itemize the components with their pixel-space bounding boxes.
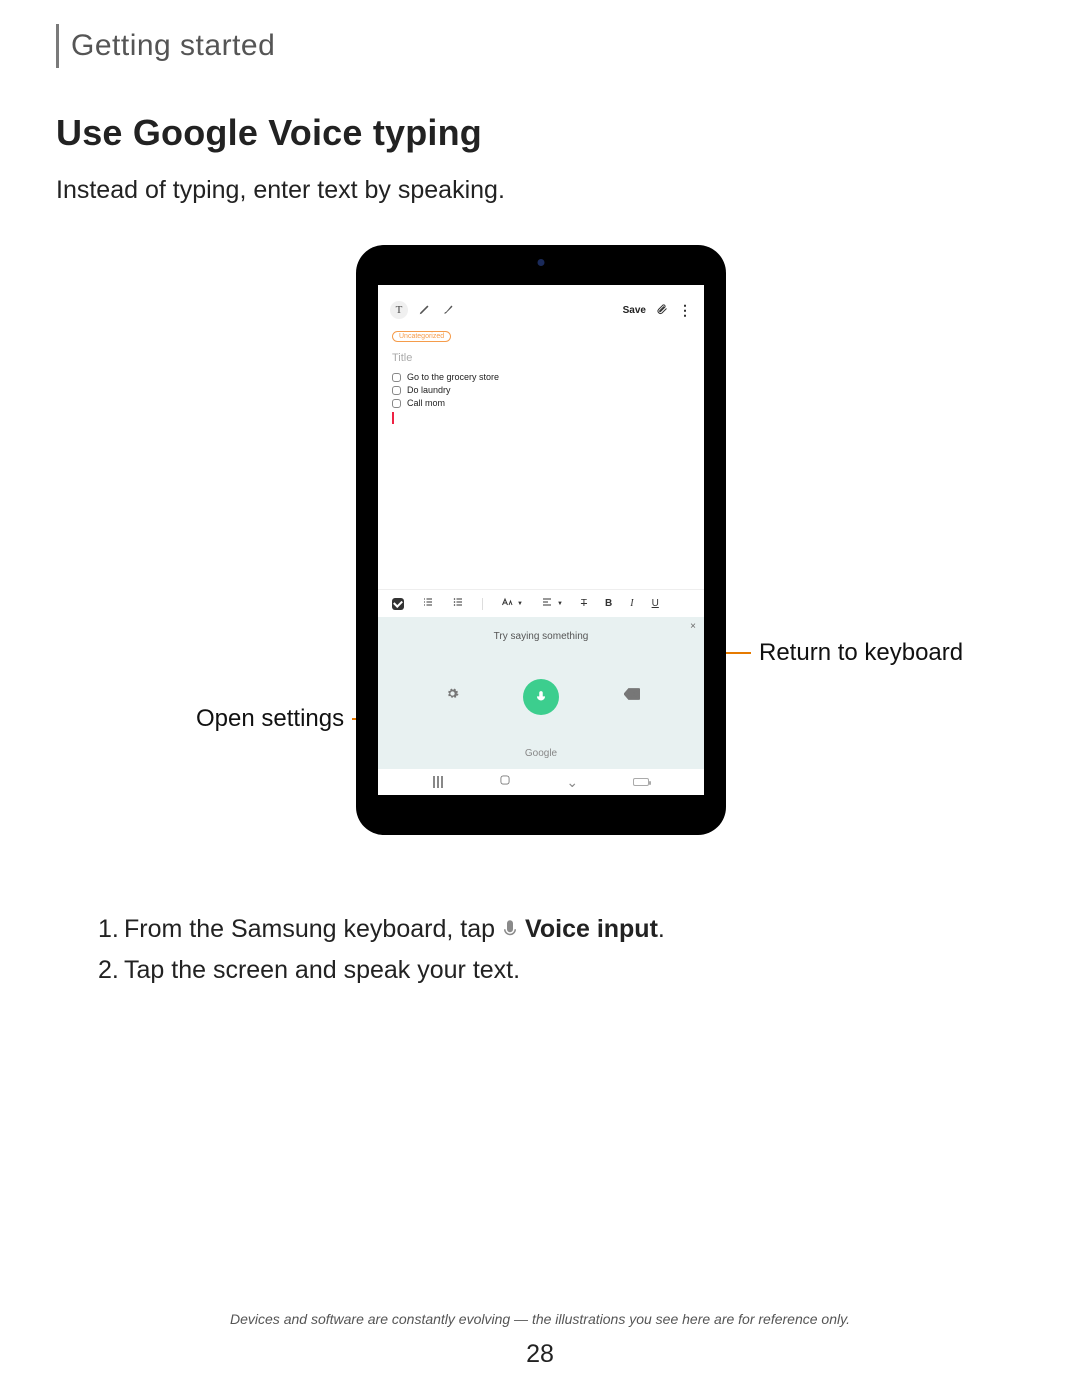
microphone-button[interactable] <box>523 679 559 715</box>
checklist-text: Go to the grocery store <box>407 372 499 382</box>
tablet-screen: T Save ⋮ <box>378 285 704 795</box>
voice-prompt: Try saying something <box>378 617 704 642</box>
bold-button[interactable]: B <box>605 598 612 609</box>
font-size-icon[interactable] <box>501 596 513 611</box>
status-bar <box>378 285 704 297</box>
numbered-list-icon[interactable] <box>422 596 434 611</box>
save-button[interactable]: Save <box>623 305 646 316</box>
callout-return-keyboard-label: Return to keyboard <box>759 639 963 667</box>
step-text: Tap the screen and speak your text. <box>124 956 520 985</box>
checklist-icon[interactable] <box>392 598 404 610</box>
battery-icon <box>633 778 649 786</box>
align-icon[interactable] <box>541 596 553 611</box>
breadcrumb-text: Getting started <box>71 29 275 63</box>
step-2: 2. Tap the screen and speak your text. <box>98 956 1024 985</box>
bullet-list-icon[interactable] <box>452 596 464 611</box>
intro-text: Instead of typing, enter text by speakin… <box>56 176 1024 205</box>
voice-brand: Google <box>378 748 704 759</box>
italic-button[interactable]: I <box>630 598 633 609</box>
checklist-item[interactable]: Call mom <box>392 398 690 408</box>
step-punct: . <box>658 915 665 944</box>
footer-note: Devices and software are constantly evol… <box>0 1311 1080 1327</box>
callout-return-keyboard: Return to keyboard <box>693 639 963 667</box>
dropdown-caret-icon[interactable]: ▼ <box>557 601 563 607</box>
microphone-icon <box>499 919 521 941</box>
step-number: 2. <box>98 956 124 985</box>
voice-input-panel: × Try saying something Google <box>378 617 704 769</box>
checklist-text: Call mom <box>407 398 445 408</box>
underline-button[interactable]: U <box>652 598 659 609</box>
attach-icon[interactable] <box>656 303 668 318</box>
home-button[interactable] <box>498 773 512 792</box>
step-1: 1. From the Samsung keyboard, tap Voice … <box>98 915 1024 944</box>
checklist-item[interactable]: Go to the grocery store <box>392 372 690 382</box>
title-field[interactable]: Title <box>392 352 690 364</box>
page-title: Use Google Voice typing <box>56 112 1024 154</box>
step-number: 1. <box>98 915 124 944</box>
pen-icon[interactable] <box>418 302 432 319</box>
checklist-item[interactable]: Do laundry <box>392 385 690 395</box>
checkbox-icon[interactable] <box>392 399 401 408</box>
brush-icon[interactable] <box>442 302 456 319</box>
breadcrumb: Getting started <box>56 24 1024 68</box>
note-topbar: T Save ⋮ <box>378 297 704 325</box>
strikethrough-button[interactable]: T <box>581 598 587 609</box>
tablet-frame: T Save ⋮ <box>356 245 726 835</box>
note-body: Uncategorized Title Go to the grocery st… <box>378 325 704 424</box>
callout-open-settings-label: Open settings <box>196 705 344 733</box>
recents-button[interactable] <box>433 776 443 788</box>
close-icon[interactable]: × <box>690 621 696 632</box>
breadcrumb-divider <box>56 24 59 68</box>
steps-list: 1. From the Samsung keyboard, tap Voice … <box>56 915 1024 985</box>
step-text: From the Samsung keyboard, tap <box>124 915 495 944</box>
backspace-icon[interactable] <box>624 687 640 705</box>
text-cursor <box>392 412 394 424</box>
text-tool-button[interactable]: T <box>390 301 408 319</box>
step-bold-text: Voice input <box>525 915 658 944</box>
tablet-camera <box>538 259 545 266</box>
format-toolbar: ▼ ▼ T B I U <box>378 589 704 617</box>
back-button[interactable]: ⌄ <box>566 774 578 791</box>
checkbox-icon[interactable] <box>392 386 401 395</box>
checkbox-icon[interactable] <box>392 373 401 382</box>
checklist-text: Do laundry <box>407 385 451 395</box>
android-nav-bar: ⌄ <box>378 769 704 795</box>
separator <box>482 598 483 610</box>
more-icon[interactable]: ⋮ <box>678 303 692 317</box>
dropdown-caret-icon[interactable]: ▼ <box>517 601 523 607</box>
page-number: 28 <box>0 1340 1080 1369</box>
category-tag[interactable]: Uncategorized <box>392 331 451 342</box>
figure: Open settings Return to keyboard T <box>56 245 1024 885</box>
